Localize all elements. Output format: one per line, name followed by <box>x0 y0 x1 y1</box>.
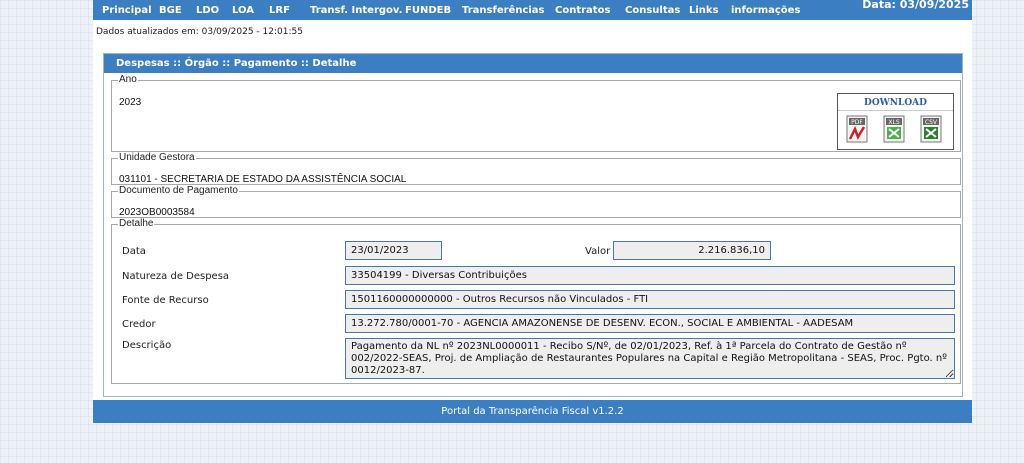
footer: Portal da Transparência Fiscal v1.2.2 <box>93 400 972 423</box>
csv-file-icon[interactable]: CSV <box>920 115 942 143</box>
current-date: Data: 03/09/2025 <box>862 0 969 11</box>
descricao-text: Pagamento da NL nº 2023NL0000011 - Recib… <box>351 341 947 376</box>
detail-panel: Despesas :: Órgão :: Pagamento :: Detalh… <box>103 53 963 397</box>
detalhe-legend: Detalhe <box>119 218 154 229</box>
valor-field[interactable]: 2.216.836,10 <box>613 241 771 260</box>
data-field[interactable]: 23/01/2023 <box>345 241 442 260</box>
descricao-label: Descrição <box>122 340 172 351</box>
descricao-textarea[interactable]: Pagamento da NL nº 2023NL0000011 - Recib… <box>345 338 955 379</box>
resize-grip-icon[interactable] <box>946 370 953 377</box>
download-box: DOWNLOAD PDF XLS CSV <box>837 93 954 150</box>
natureza-despesa-label: Natureza de Despesa <box>122 271 230 282</box>
top-navigation: Principal BGE LDO LOA LRF Transf. Interg… <box>93 0 972 20</box>
pdf-file-icon[interactable]: PDF <box>846 115 868 143</box>
svg-text:XLS: XLS <box>888 119 899 126</box>
nav-item-fundeb[interactable]: FUNDEB <box>405 5 451 16</box>
unidade-gestora-fieldset: Unidade Gestora 031101 - SECRETARIA DE E… <box>111 153 961 185</box>
natureza-despesa-field[interactable]: 33504199 - Diversas Contribuições <box>345 266 955 285</box>
unidade-gestora-value: 031101 - SECRETARIA DE ESTADO DA ASSISTÊ… <box>119 174 407 185</box>
ano-legend: Ano <box>119 74 137 85</box>
fonte-recurso-field[interactable]: 1501160000000000 - Outros Recursos não V… <box>345 290 955 309</box>
nav-item-informacoes[interactable]: informações <box>731 5 800 16</box>
nav-item-ldo[interactable]: LDO <box>196 5 219 16</box>
ano-value: 2023 <box>119 97 142 108</box>
last-updated-text: Dados atualizados em: 03/09/2025 - 12:01… <box>96 27 303 37</box>
download-title: DOWNLOAD <box>838 98 953 111</box>
nav-item-transf-intergov[interactable]: Transf. Intergov. <box>310 5 402 16</box>
nav-item-bge[interactable]: BGE <box>159 5 182 16</box>
fonte-recurso-label: Fonte de Recurso <box>122 295 209 306</box>
documento-pagamento-value: 2023OB0003584 <box>119 207 195 218</box>
nav-item-loa[interactable]: LOA <box>232 5 254 16</box>
data-label: Data <box>122 246 146 257</box>
nav-item-consultas[interactable]: Consultas <box>625 5 680 16</box>
xls-file-icon[interactable]: XLS <box>883 115 905 143</box>
credor-field[interactable]: 13.272.780/0001-70 - AGENCIA AMAZONENSE … <box>345 314 955 333</box>
svg-text:PDF: PDF <box>851 119 863 126</box>
nav-item-transferencias[interactable]: Transferências <box>462 5 545 16</box>
ano-fieldset: Ano 2023 DOWNLOAD PDF XLS CSV <box>111 75 961 152</box>
nav-item-principal[interactable]: Principal <box>102 5 152 16</box>
svg-text:CSV: CSV <box>925 119 938 126</box>
nav-item-lrf[interactable]: LRF <box>269 5 290 16</box>
credor-label: Credor <box>122 319 156 330</box>
documento-pagamento-legend: Documento de Pagamento <box>119 185 238 196</box>
page-container: Principal BGE LDO LOA LRF Transf. Interg… <box>93 0 972 423</box>
documento-pagamento-fieldset: Documento de Pagamento 2023OB0003584 <box>111 186 961 218</box>
valor-label: Valor <box>585 246 611 257</box>
nav-item-links[interactable]: Links <box>689 5 719 16</box>
unidade-gestora-legend: Unidade Gestora <box>119 152 195 163</box>
panel-title: Despesas :: Órgão :: Pagamento :: Detalh… <box>104 54 962 73</box>
nav-item-contratos[interactable]: Contratos <box>555 5 610 16</box>
detalhe-fieldset: Detalhe Data 23/01/2023 Valor 2.216.836,… <box>111 219 961 384</box>
